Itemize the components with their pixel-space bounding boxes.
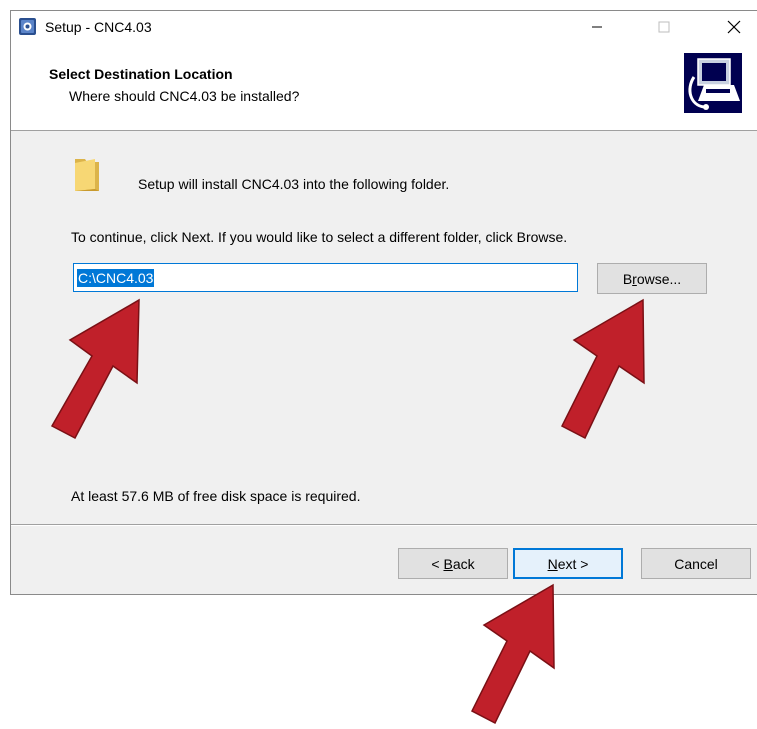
back-button[interactable]: < Back bbox=[398, 548, 508, 579]
destination-path-value: C:\CNC4.03 bbox=[77, 268, 155, 287]
next-label-suffix: ext > bbox=[557, 555, 589, 572]
minimize-icon bbox=[592, 26, 602, 28]
annotation-arrow-next bbox=[470, 583, 555, 725]
footer-divider bbox=[11, 524, 757, 526]
browse-label-suffix: owse... bbox=[636, 270, 682, 287]
setup-app-icon bbox=[19, 18, 36, 35]
folder-icon bbox=[75, 159, 99, 191]
close-icon bbox=[727, 20, 741, 34]
install-folder-text: Setup will install CNC4.03 into the foll… bbox=[138, 176, 450, 192]
wizard-computer-icon bbox=[684, 53, 742, 113]
page-subtitle: Where should CNC4.03 be installed? bbox=[69, 88, 300, 104]
minimize-button[interactable] bbox=[574, 11, 620, 43]
close-button[interactable] bbox=[711, 11, 757, 43]
cancel-label: Cancel bbox=[674, 555, 718, 572]
continue-instructions: To continue, click Next. If you would li… bbox=[71, 229, 568, 245]
page-title: Select Destination Location bbox=[49, 66, 233, 82]
maximize-button[interactable] bbox=[641, 11, 687, 43]
next-label-accelerator: N bbox=[547, 555, 558, 572]
window-title: Setup - CNC4.03 bbox=[45, 19, 152, 35]
disk-space-text: At least 57.6 MB of free disk space is r… bbox=[71, 488, 361, 504]
back-label-prefix: < bbox=[431, 555, 444, 572]
browse-button[interactable]: Br owse... bbox=[597, 263, 707, 294]
setup-window: Setup - CNC4.03 Select Destination Locat… bbox=[10, 10, 757, 595]
title-bar[interactable]: Setup - CNC4.03 bbox=[11, 11, 757, 43]
wizard-header: Select Destination Location Where should… bbox=[11, 43, 757, 131]
back-label-suffix: ack bbox=[452, 555, 475, 572]
screenshot-canvas: Setup - CNC4.03 Select Destination Locat… bbox=[0, 0, 757, 729]
cancel-button[interactable]: Cancel bbox=[641, 548, 751, 579]
next-button[interactable]: Next > bbox=[513, 548, 623, 579]
maximize-icon bbox=[658, 21, 670, 33]
browse-label-prefix: B bbox=[622, 270, 633, 287]
destination-path-input[interactable]: C:\CNC4.03 bbox=[73, 263, 578, 292]
back-label-accelerator: B bbox=[443, 555, 453, 572]
